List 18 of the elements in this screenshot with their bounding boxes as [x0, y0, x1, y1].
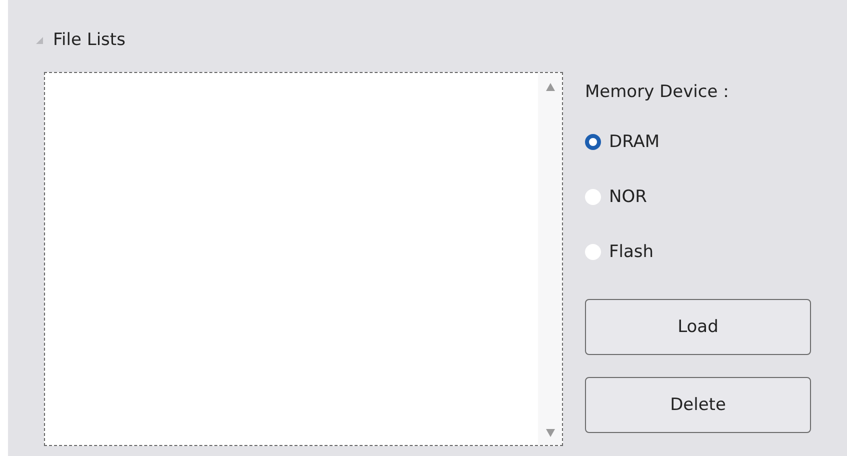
radio-label: NOR — [609, 186, 647, 206]
radio-button[interactable] — [585, 188, 601, 204]
scrollbar[interactable] — [538, 73, 562, 445]
radio-option[interactable]: Flash — [585, 224, 811, 279]
radio-button[interactable] — [585, 244, 601, 260]
radio-button[interactable] — [585, 134, 601, 150]
memory-device-label: Memory Device： — [585, 81, 736, 104]
action-button[interactable]: Delete — [585, 377, 811, 433]
radio-option[interactable]: NOR — [585, 169, 811, 224]
group-title: File Lists — [53, 30, 126, 50]
expander-icon[interactable] — [36, 36, 43, 44]
scroll-up-icon[interactable] — [546, 83, 554, 91]
action-button[interactable]: Load — [585, 299, 811, 355]
radio-label: DRAM — [609, 132, 660, 152]
radio-label: Flash — [609, 242, 654, 262]
radio-option[interactable]: DRAM — [585, 114, 811, 169]
scroll-down-icon[interactable] — [546, 429, 554, 437]
file-list[interactable] — [44, 72, 563, 446]
